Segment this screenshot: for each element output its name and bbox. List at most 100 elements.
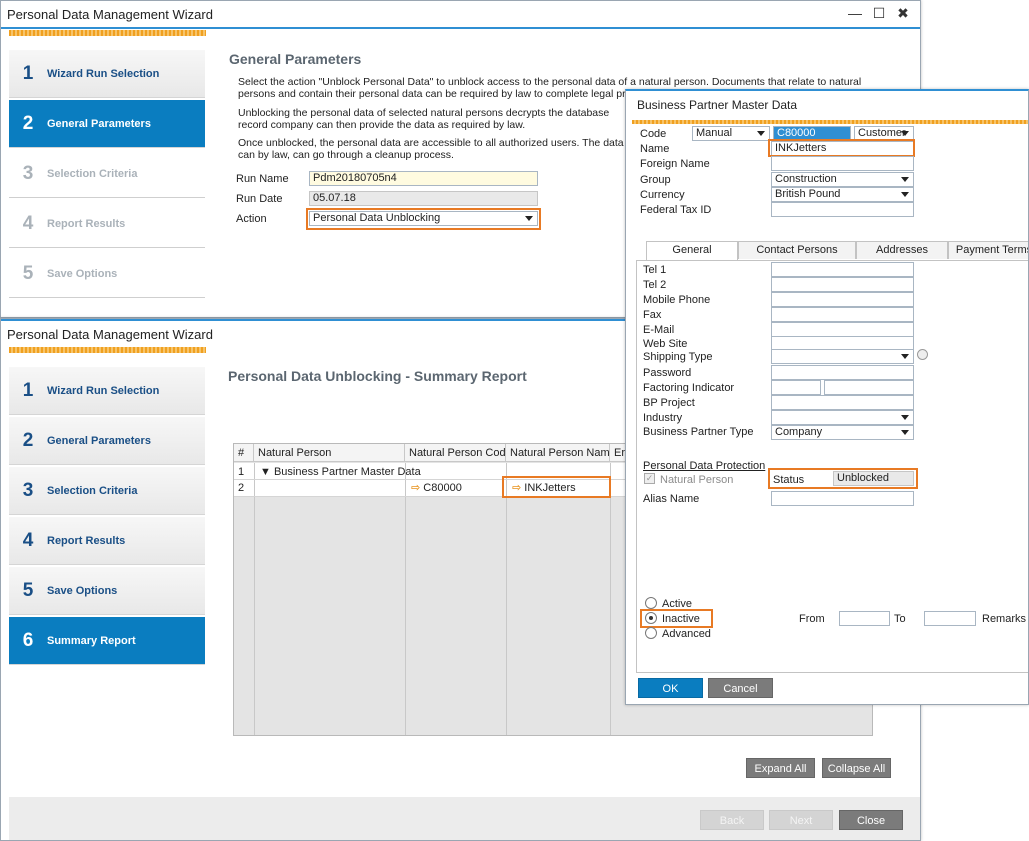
natural-person-checkbox[interactable]: ✓ <box>644 473 655 484</box>
cancel-button[interactable]: Cancel <box>708 678 773 698</box>
natural-person-code: C80000 <box>423 482 462 494</box>
run-date-field: 05.07.18 <box>309 191 538 206</box>
tel1-label: Tel 1 <box>643 264 667 276</box>
foreign-name-label: Foreign Name <box>640 158 710 170</box>
tel1-field[interactable] <box>771 262 914 277</box>
alias-name-field[interactable] <box>771 491 914 506</box>
factoring-indicator-name[interactable] <box>824 380 914 395</box>
password-field[interactable] <box>771 365 914 380</box>
link-icon[interactable] <box>917 349 928 360</box>
active-radio[interactable] <box>645 597 657 609</box>
alias-name-label: Alias Name <box>643 493 700 505</box>
minimize-icon[interactable]: — <box>848 6 862 20</box>
step-label: Selection Criteria <box>47 484 138 497</box>
column-header[interactable]: # <box>234 444 254 462</box>
step-label: Save Options <box>47 267 118 280</box>
email-field[interactable] <box>771 322 914 337</box>
to-date-field[interactable] <box>924 611 976 626</box>
step-save-options[interactable]: 5 Save Options <box>9 567 205 615</box>
run-name-field[interactable]: Pdm20180705n4 <box>309 171 538 186</box>
grid-line <box>254 463 255 735</box>
currency-dropdown[interactable]: British Pound <box>771 187 914 202</box>
close-icon[interactable]: ✖ <box>896 6 910 20</box>
from-date-field[interactable] <box>839 611 890 626</box>
mobile-phone-field[interactable] <box>771 292 914 307</box>
action-dropdown[interactable]: Personal Data Unblocking <box>309 211 538 226</box>
back-button[interactable]: Back <box>700 810 764 830</box>
link-arrow-icon[interactable]: ⇨ <box>512 482 521 494</box>
tel2-label: Tel 2 <box>643 279 667 291</box>
table-row[interactable]: ▼ Business Partner Master Data <box>256 464 421 480</box>
tab-contact-persons[interactable]: Contact Persons <box>738 241 856 259</box>
group-dropdown[interactable]: Construction <box>771 172 914 187</box>
table-cell-name[interactable]: ⇨ INKJetters <box>508 480 576 496</box>
step-selection-criteria[interactable]: 3 Selection Criteria <box>9 150 205 198</box>
step-report-results[interactable]: 4 Report Results <box>9 517 205 565</box>
tab-general[interactable]: General <box>646 241 738 261</box>
run-name-label: Run Name <box>236 173 289 185</box>
step-wizard-run-selection[interactable]: 1 Wizard Run Selection <box>9 367 205 415</box>
step-save-options[interactable]: 5 Save Options <box>9 250 205 298</box>
step-selection-criteria[interactable]: 3 Selection Criteria <box>9 467 205 515</box>
step-number: 6 <box>22 629 34 651</box>
grid-line <box>405 463 406 735</box>
bp-type-dropdown[interactable]: Customer <box>854 126 914 141</box>
page-title: General Parameters <box>229 51 362 67</box>
step-number: 3 <box>22 479 34 501</box>
step-number: 5 <box>22 262 34 284</box>
step-wizard-run-selection[interactable]: 1 Wizard Run Selection <box>9 50 205 98</box>
step-number: 2 <box>22 112 34 134</box>
code-field[interactable]: C80000 <box>773 126 851 141</box>
column-header[interactable]: Natural Person Code <box>405 444 506 462</box>
bp-type-field[interactable]: Company <box>771 425 914 440</box>
column-header[interactable]: Natural Person <box>254 444 405 462</box>
federal-tax-field[interactable] <box>771 202 914 217</box>
code-series-dropdown[interactable]: Manual <box>692 126 770 141</box>
step-label: Report Results <box>47 217 126 230</box>
tab-addresses[interactable]: Addresses <box>856 241 948 259</box>
step-general-parameters[interactable]: 2 General Parameters <box>9 417 205 465</box>
advanced-radio[interactable] <box>645 627 657 639</box>
ok-button[interactable]: OK <box>638 678 703 698</box>
close-button[interactable]: Close <box>839 810 903 830</box>
next-button[interactable]: Next <box>769 810 833 830</box>
table-cell-code[interactable]: ⇨ C80000 <box>407 480 462 496</box>
description-paragraph: Unblocking the personal data of selected… <box>238 107 610 131</box>
step-number: 2 <box>22 429 34 451</box>
industry-label: Industry <box>643 412 683 424</box>
step-general-parameters[interactable]: 2 General Parameters <box>9 100 205 148</box>
mobile-phone-label: Mobile Phone <box>643 294 711 306</box>
collapse-all-button[interactable]: Collapse All <box>822 758 891 778</box>
factoring-indicator-label: Factoring Indicator <box>643 382 735 394</box>
step-number: 3 <box>22 162 34 184</box>
industry-dropdown[interactable] <box>771 410 914 425</box>
link-arrow-icon[interactable]: ⇨ <box>411 482 420 494</box>
natural-person-name: INKJetters <box>524 482 576 494</box>
step-summary-report[interactable]: 6 Summary Report <box>9 617 205 665</box>
bp-title: Business Partner Master Data <box>626 91 1028 119</box>
tel2-field[interactable] <box>771 277 914 292</box>
description-paragraph: Once unblocked, the personal data are ac… <box>238 137 624 161</box>
step-number: 5 <box>22 579 34 601</box>
foreign-name-field[interactable] <box>771 156 914 171</box>
row-number: 1 <box>238 466 245 478</box>
fax-field[interactable] <box>771 307 914 322</box>
column-header[interactable]: Natural Person Name <box>506 444 610 462</box>
bp-master-data-window: Business Partner Master Data Code Manual… <box>625 89 1029 705</box>
active-label: Active <box>662 598 692 610</box>
collapse-triangle-icon[interactable]: ▼ <box>260 466 271 478</box>
tab-payment-terms[interactable]: Payment Terms <box>948 241 1028 259</box>
maximize-icon[interactable]: ☐ <box>872 6 886 20</box>
shipping-type-dropdown[interactable] <box>771 349 914 364</box>
expand-all-button[interactable]: Expand All <box>746 758 815 778</box>
step-label: Summary Report <box>47 634 136 647</box>
bp-project-label: BP Project <box>643 397 695 409</box>
bp-project-field[interactable] <box>771 395 914 410</box>
step-report-results[interactable]: 4 Report Results <box>9 200 205 248</box>
fax-label: Fax <box>643 309 662 321</box>
website-label: Web Site <box>643 338 688 350</box>
name-field[interactable]: INKJetters <box>771 141 914 156</box>
factoring-indicator-code[interactable] <box>771 380 821 395</box>
header-gold-bar <box>632 120 1028 124</box>
inactive-radio[interactable] <box>645 612 657 624</box>
